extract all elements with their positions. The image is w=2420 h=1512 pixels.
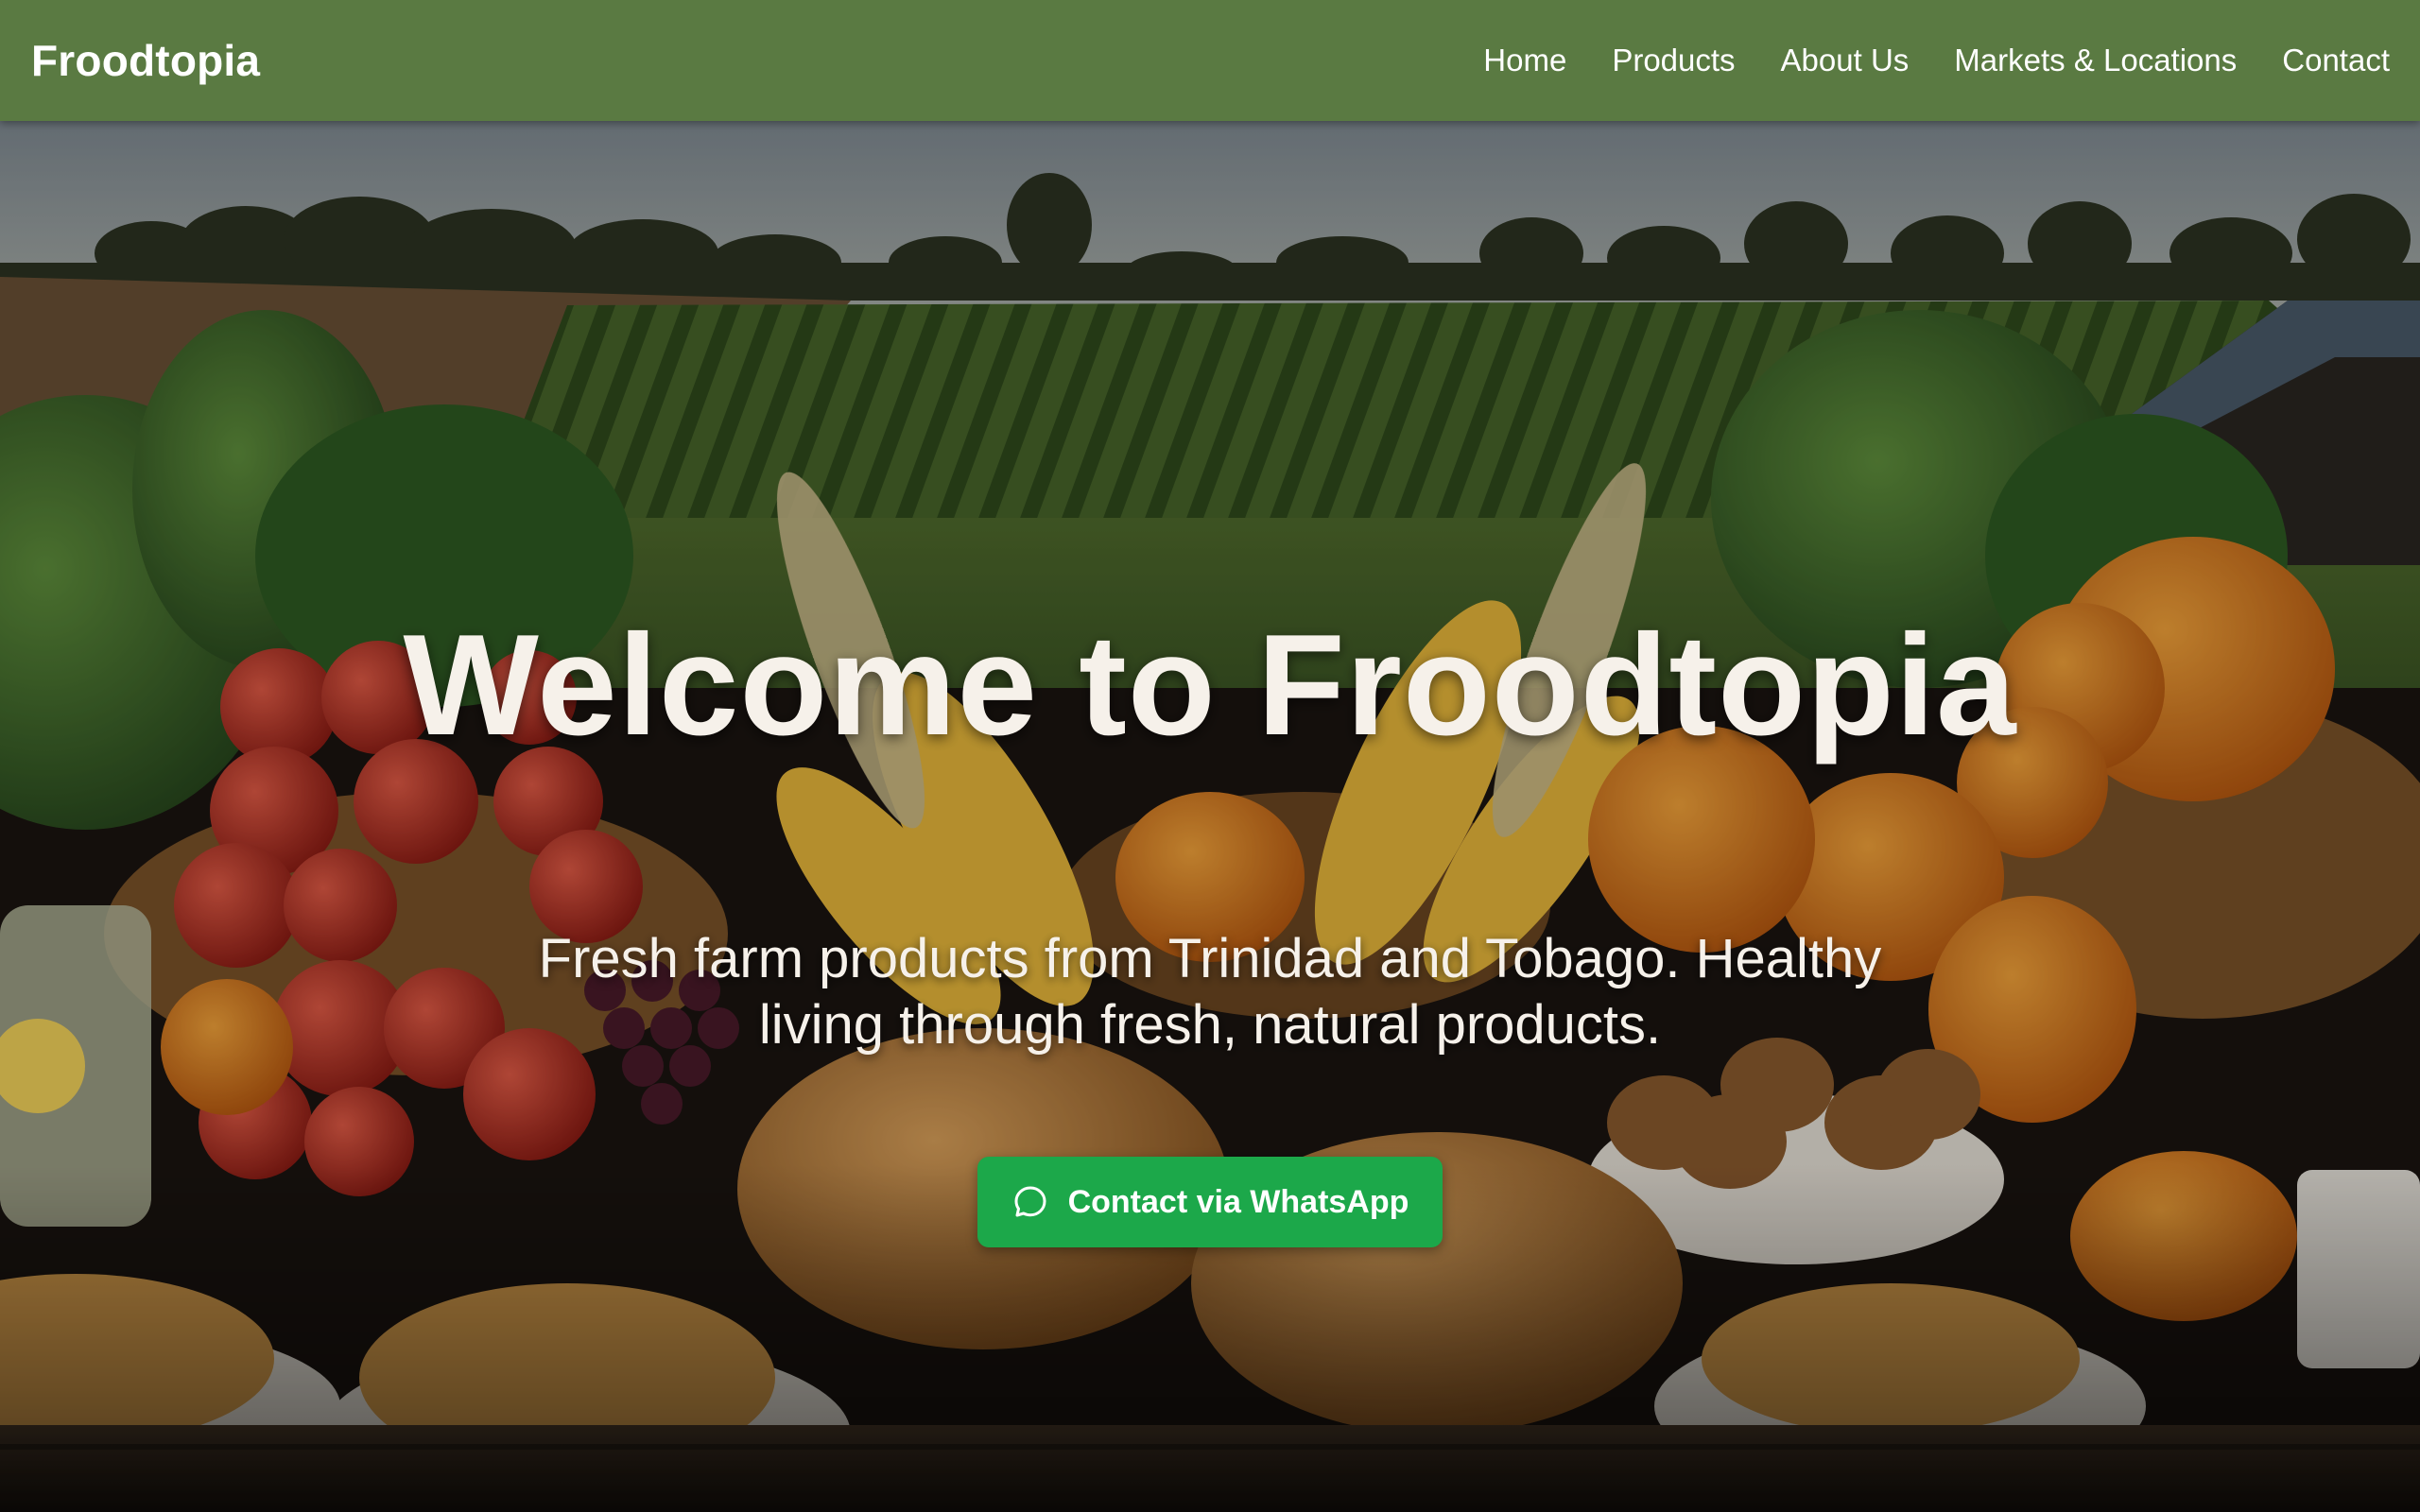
hero-section: Welcome to Froodtopia Fresh farm product…	[0, 121, 2420, 1512]
nav-link-products[interactable]: Products	[1612, 43, 1735, 78]
nav-link-markets-locations[interactable]: Markets & Locations	[1954, 43, 2237, 78]
top-navbar: Froodtopia Home Products About Us Market…	[0, 0, 2420, 121]
main-nav: Home Products About Us Markets & Locatio…	[1483, 43, 2390, 78]
hero-subtitle: Fresh farm products from Trinidad and To…	[538, 928, 1882, 1056]
contact-whatsapp-button[interactable]: Contact via WhatsApp	[977, 1157, 1443, 1247]
contact-whatsapp-label: Contact via WhatsApp	[1067, 1183, 1409, 1220]
nav-link-home[interactable]: Home	[1483, 43, 1566, 78]
hero-dark-overlay	[0, 121, 2420, 1512]
hero-title: Welcome to Froodtopia	[403, 605, 2017, 765]
nav-link-about-us[interactable]: About Us	[1781, 43, 1910, 78]
whatsapp-chat-icon	[1011, 1183, 1049, 1221]
nav-link-contact[interactable]: Contact	[2282, 43, 2390, 78]
brand-logo[interactable]: Froodtopia	[31, 35, 260, 86]
